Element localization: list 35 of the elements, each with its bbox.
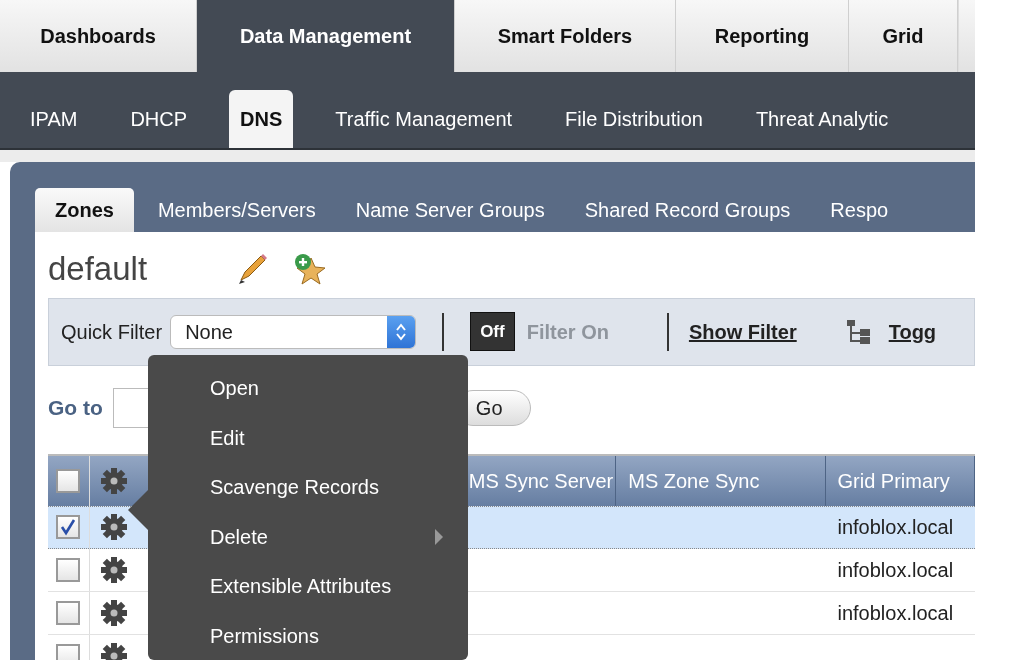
select-all-checkbox[interactable] [56,468,81,493]
gear-icon[interactable] [99,641,128,660]
page-title: default [48,249,148,289]
check-icon [59,518,78,536]
subnav-tab[interactable]: IPAM [19,90,89,148]
go-to-label: Go to [48,394,103,421]
table-cell-text: infoblox.local [837,515,954,540]
filter-toggle[interactable]: Off [470,311,515,352]
gear-icon[interactable] [99,513,128,541]
table-cell-text: infoblox.local [837,600,954,626]
filter-label: Quick Filter [61,319,163,345]
gear-icon[interactable] [99,555,128,584]
subnav-tab[interactable]: File Distribution [554,90,714,148]
chevron-updown-icon [395,321,408,342]
subnav-tab[interactable]: DNS [229,90,294,148]
tab[interactable]: Zones [35,188,134,232]
subnav-tab[interactable]: Traffic Management [324,90,524,148]
row-checkbox[interactable] [56,515,81,539]
tab[interactable]: Shared Record Groups [564,188,811,232]
row-checkbox[interactable] [56,643,81,660]
gear-icon[interactable] [99,466,128,495]
tab[interactable]: Name Server Groups [335,188,565,232]
toggle-link[interactable]: Togg [888,316,937,347]
row-checkbox[interactable] [56,557,81,582]
row-checkbox[interactable] [56,600,81,625]
show-filter-link[interactable]: Show Filter [688,316,797,347]
tree-icon[interactable] [844,317,873,346]
gear-icon[interactable] [99,598,128,627]
table-cell-text: infoblox.local [837,557,954,583]
tab[interactable]: Members/Servers [137,188,336,232]
quick-filter-select[interactable]: None [170,314,417,349]
tab[interactable]: Respo [810,188,909,232]
subnav-tab[interactable]: DHCP [119,90,199,148]
subnav-tab[interactable]: Threat Analytic [744,90,900,148]
nav-tab[interactable]: Data Management [197,0,455,72]
